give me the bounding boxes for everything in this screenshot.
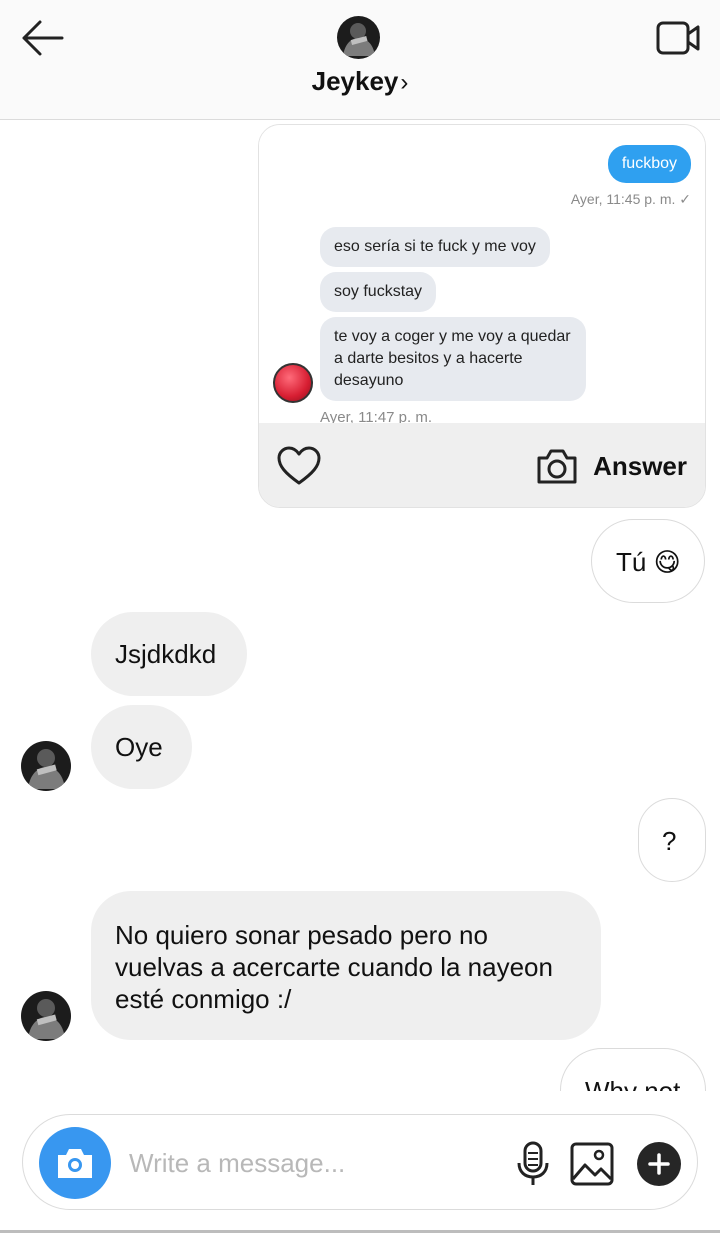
arrow-left-icon — [22, 20, 64, 56]
sender-avatar[interactable] — [21, 991, 71, 1041]
card-action-bar: Answer — [259, 423, 705, 507]
outgoing-message[interactable]: ? — [638, 798, 706, 882]
incoming-message[interactable]: No quiero sonar pesado pero no vuelvas a… — [91, 891, 601, 1040]
gallery-button[interactable] — [569, 1141, 615, 1187]
outgoing-message[interactable]: Why not — [560, 1048, 706, 1091]
plus-icon — [648, 1153, 670, 1175]
message-thread[interactable]: fuckboy Ayer, 11:45 p. m. ✓ eso sería si… — [0, 121, 720, 1091]
answer-button[interactable]: Answer — [535, 445, 687, 487]
message-text: Oye — [115, 732, 163, 762]
incoming-message[interactable]: Jsjdkdkd — [91, 612, 247, 696]
camera-button[interactable] — [39, 1127, 111, 1199]
contact-name[interactable]: Jeykey› — [0, 66, 720, 97]
more-options-button[interactable] — [637, 1142, 681, 1186]
message-text: ? — [662, 826, 677, 856]
chevron-right-icon: › — [400, 69, 409, 96]
shared-screenshot: fuckboy Ayer, 11:45 p. m. ✓ eso sería si… — [259, 125, 705, 426]
emoji-yum: 😋 — [653, 547, 681, 577]
message-text: Why not — [585, 1076, 681, 1091]
screenshot-incoming-bubble: eso sería si te fuck y me voy — [320, 227, 550, 267]
back-button[interactable] — [16, 18, 68, 58]
contact-name-text: Jeykey — [311, 66, 399, 96]
camera-icon — [58, 1149, 92, 1178]
sender-avatar[interactable] — [21, 741, 71, 791]
message-text: Jsjdkdkd — [115, 639, 217, 669]
heart-icon — [277, 446, 321, 485]
screenshot-avatar — [273, 363, 313, 403]
chat-header: Jeykey› — [0, 0, 720, 120]
image-icon — [570, 1142, 614, 1186]
screenshot-outgoing-time: Ayer, 11:45 p. m. ✓ — [570, 191, 691, 207]
message-text: No quiero sonar pesado pero no vuelvas a… — [115, 920, 553, 1014]
video-call-button[interactable] — [654, 18, 702, 58]
incoming-message[interactable]: Oye — [91, 705, 192, 789]
contact-avatar[interactable] — [337, 16, 380, 59]
message-text: Tú — [616, 547, 647, 577]
video-camera-icon — [656, 21, 700, 55]
screenshot-outgoing-bubble: fuckboy — [607, 145, 691, 183]
message-input[interactable] — [129, 1139, 489, 1187]
shared-image-card[interactable]: fuckboy Ayer, 11:45 p. m. ✓ eso sería si… — [258, 124, 706, 508]
screenshot-incoming-bubble: te voy a coger y me voy a quedar a darte… — [320, 317, 586, 401]
outgoing-message[interactable]: Tú 😋 — [591, 519, 705, 603]
camera-icon — [537, 449, 577, 484]
message-composer — [22, 1114, 698, 1210]
voice-message-button[interactable] — [513, 1141, 553, 1187]
like-button[interactable] — [275, 445, 323, 487]
screenshot-incoming-bubble: soy fuckstay — [320, 272, 437, 312]
microphone-icon — [517, 1141, 549, 1185]
answer-label: Answer — [593, 450, 687, 481]
